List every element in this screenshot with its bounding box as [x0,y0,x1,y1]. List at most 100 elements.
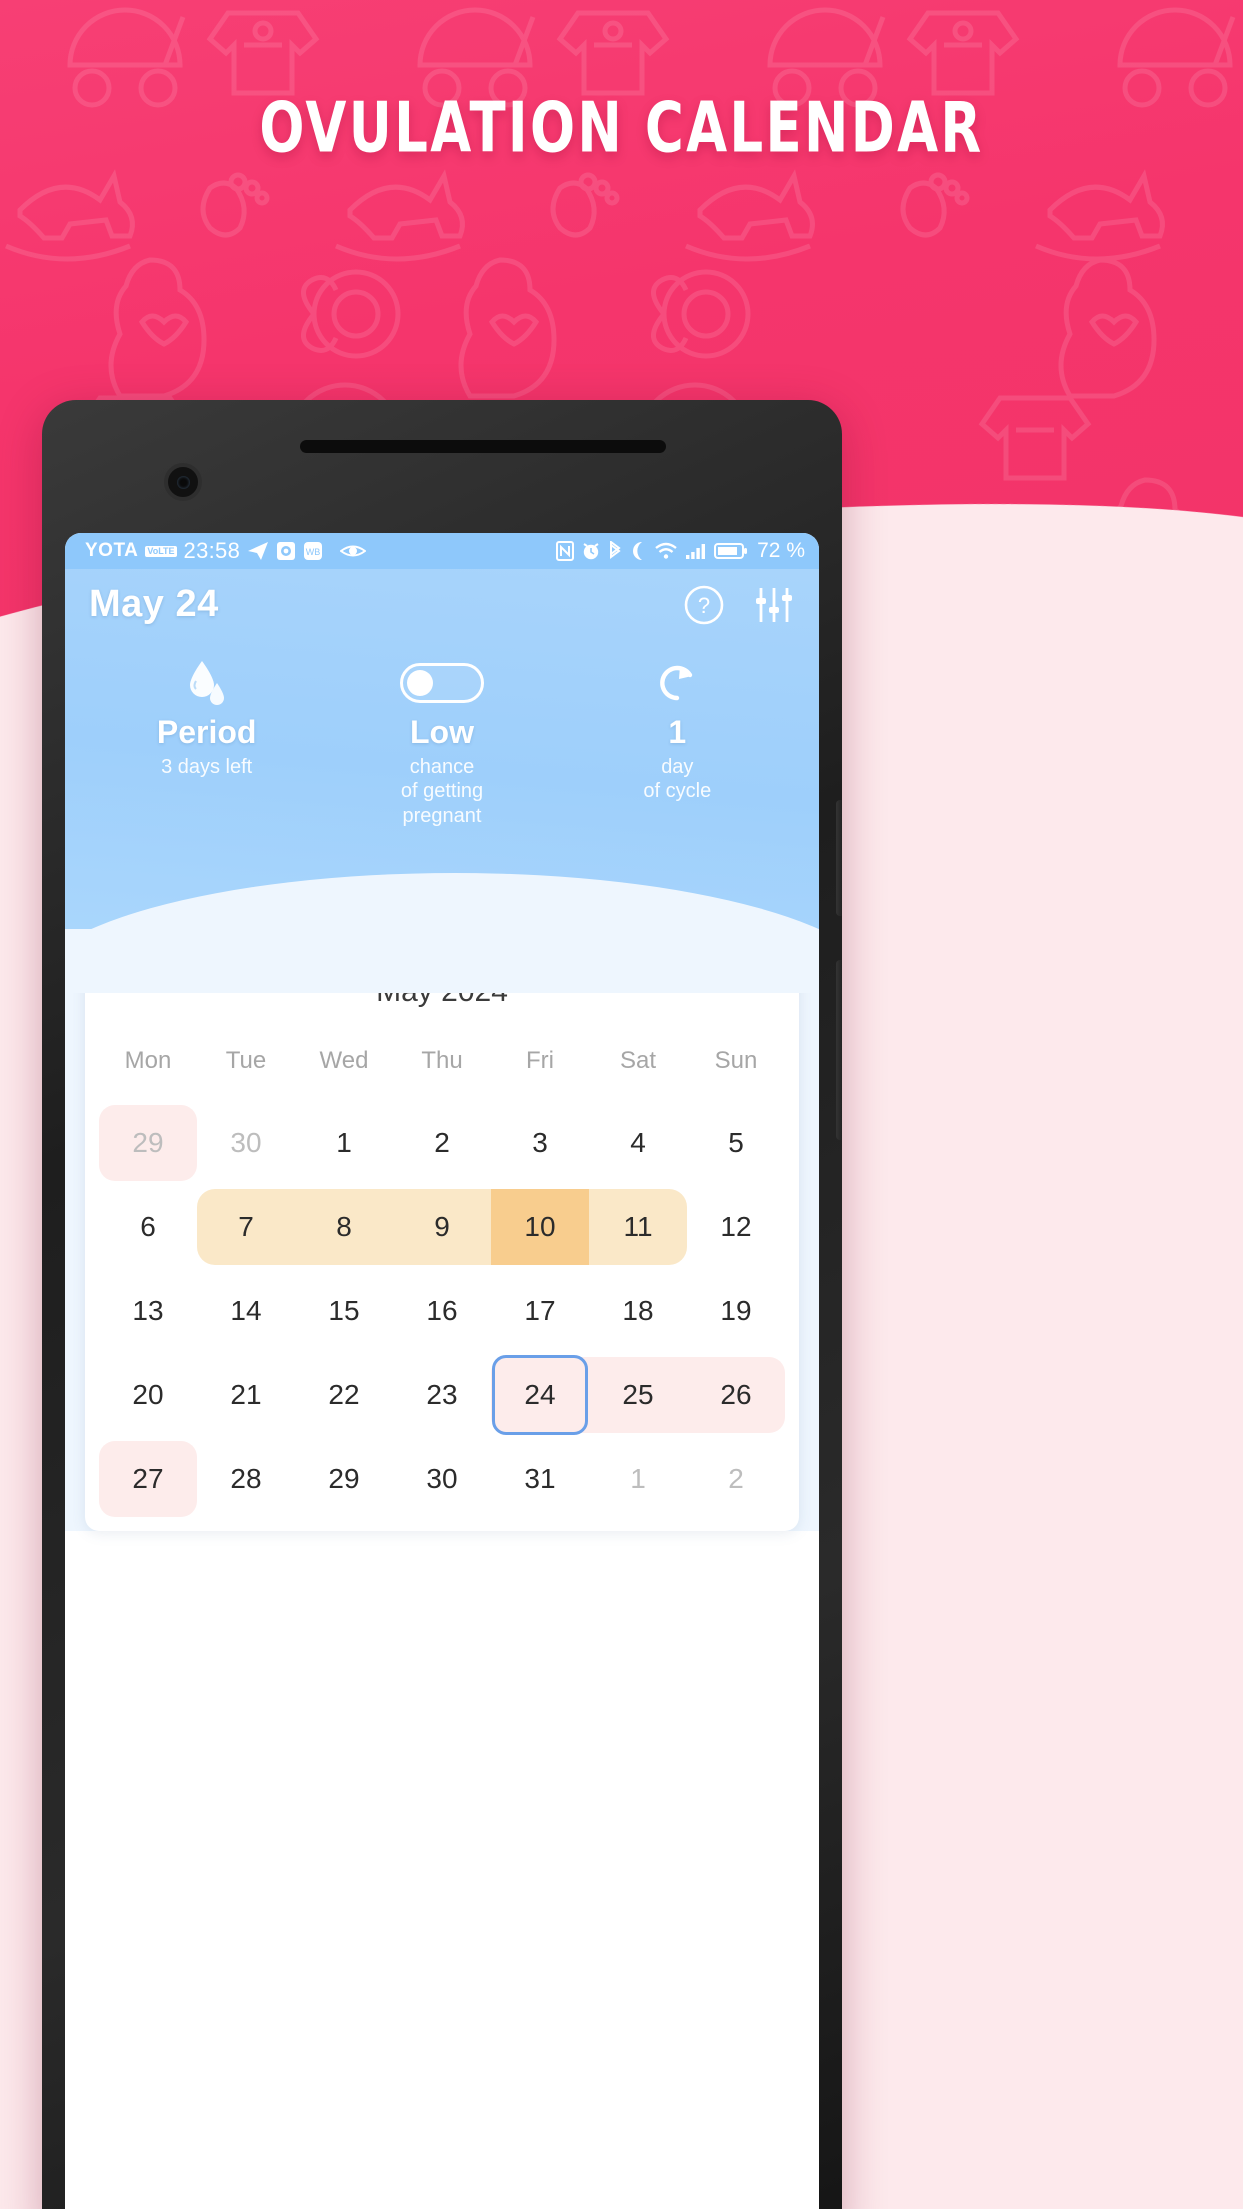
calendar-day-cell[interactable]: 15 [295,1269,393,1353]
alarm-icon [581,541,601,561]
calendar-day-cell[interactable]: 326 [687,1353,785,1437]
refresh-cycle-icon [560,656,795,710]
calendar-day-cell[interactable]: 1 [295,1101,393,1185]
calendar-day-cell[interactable]: 28 [197,1437,295,1521]
day-number: 11 [623,1211,653,1242]
calendar-day-cell[interactable]: 2 [687,1437,785,1521]
day-number: 28 [230,1463,262,1494]
calendar-day-cell[interactable]: 30 [197,1101,295,1185]
day-number: 19 [720,1295,752,1326]
calendar-day-cell[interactable]: 10 [491,1185,589,1269]
calendar-day-cell[interactable]: 16 [393,1269,491,1353]
eye-icon [340,542,367,560]
calendar-day-cell[interactable]: 1 [589,1437,687,1521]
help-circle-icon[interactable]: ? [683,584,725,626]
calendar-day-cell[interactable]: 3 [491,1101,589,1185]
day-number: 13 [132,1295,164,1326]
calendar-day-cell[interactable]: 29 [295,1437,393,1521]
calendar-day-cell[interactable]: 12 [687,1185,785,1269]
calendar-day-cell[interactable]: 9 [393,1185,491,1269]
day-number: 16 [426,1295,458,1326]
day-number: 29 [132,1127,164,1158]
calendar-day-cell[interactable]: 30 [393,1437,491,1521]
calendar-section: May 2024 MonTueWedThuFriSatSun 429301234… [65,929,819,1531]
stat-chance-sub-2: of getting [400,780,484,803]
calendar-day-cell[interactable]: 225 [589,1353,687,1437]
calendar-day-cell[interactable]: 429 [99,1101,197,1185]
status-clock: 23:58 [183,538,241,563]
day-number: 29 [328,1463,360,1494]
page-title: OVULATION CALENDAR [259,88,984,169]
calendar-day-cell[interactable]: 124 [491,1353,589,1437]
stat-cycle-sub-1: day [661,756,694,778]
pregnancy-chance-toggle[interactable] [399,663,484,703]
day-number: 15 [328,1295,360,1326]
status-bar: YOTA VoLTE 23:58 WB 72 % [65,533,819,569]
day-number: 7 [238,1211,254,1242]
earpiece-speaker [300,440,666,453]
calendar-day-cell[interactable]: 7 [197,1185,295,1269]
calendar-day-cell[interactable]: 2 [393,1101,491,1185]
cellular-signal-icon [685,542,707,560]
calendar-day-cell[interactable]: 5 [687,1101,785,1185]
stat-chance-sub-1: chance [409,756,475,778]
day-number: 1 [630,1463,646,1494]
calendar-day-cell[interactable]: 18 [589,1269,687,1353]
calendar-day-cell[interactable]: 23 [393,1353,491,1437]
day-number: 10 [524,1211,556,1242]
calendar-day-cell[interactable]: 427 [99,1437,197,1521]
sliders-icon[interactable] [753,584,795,626]
calendar-day-cell[interactable]: 22 [295,1353,393,1437]
day-number: 26 [720,1379,752,1410]
day-number: 4 [630,1127,646,1158]
calendar-day-cell[interactable]: 31 [491,1437,589,1521]
day-number: 6 [140,1211,156,1242]
volume-button[interactable] [836,960,842,1140]
day-number: 12 [720,1211,752,1242]
calendar-day-cell[interactable]: 14 [197,1269,295,1353]
screenshot-root: OVULATION CALENDAR YOTA VoLTE 23:58 WB 7… [0,0,1243,2209]
day-number: 25 [622,1379,654,1410]
calendar-weekday-mon: Mon [124,1047,172,1074]
calendar-day-cell[interactable]: 13 [99,1269,197,1353]
calendar-day-cell[interactable]: 19 [687,1269,785,1353]
day-number: 3 [532,1127,548,1158]
app-header: May 24 ? Period 3 days left Low chance o… [65,569,819,993]
day-number: 18 [622,1295,654,1326]
calendar-day-cell[interactable]: 11 [589,1185,687,1269]
telegram-icon [247,540,269,562]
calendar-weekday-sun: Sun [714,1047,758,1074]
calendar-days-grid: 4293012345678910111213141516171819202122… [99,1101,785,1521]
stat-period[interactable]: Period 3 days left [89,656,324,828]
day-number: 31 [524,1463,556,1494]
stat-cycle-day[interactable]: 1 day of cycle [560,656,795,828]
battery-percent: 72 % [757,539,805,562]
stat-pregnancy-chance[interactable]: Low chance of getting pregnant [324,656,559,828]
day-number: 5 [728,1127,744,1158]
day-number: 9 [434,1211,450,1242]
day-number: 27 [132,1463,164,1494]
power-button[interactable] [836,800,842,916]
calendar-weekday-thu: Thu [421,1047,463,1074]
calendar-day-cell[interactable]: 6 [99,1185,197,1269]
calendar-day-cell[interactable]: 4 [589,1101,687,1185]
day-number: 30 [230,1127,262,1158]
day-number: 21 [230,1379,262,1410]
day-number: 1 [336,1127,352,1158]
calendar-day-cell[interactable]: 17 [491,1269,589,1353]
calendar-day-cell[interactable]: 21 [197,1353,295,1437]
wb-app-icon: WB [303,541,323,561]
day-number: 17 [524,1295,556,1326]
stats-row: Period 3 days left Low chance of getting… [89,656,795,828]
calendar-day-cell[interactable]: 8 [295,1185,393,1269]
stat-chance-value: Low [410,714,474,750]
calendar-card: May 2024 MonTueWedThuFriSatSun 429301234… [85,951,799,1531]
stat-cycle-sub-2: of cycle [643,780,712,803]
stat-period-value: Period [156,714,257,750]
calendar-day-cell[interactable]: 20 [99,1353,197,1437]
carrier-label: YOTA [85,540,139,561]
svg-text:?: ? [698,593,710,618]
bluetooth-icon [608,541,622,561]
day-number: 2 [434,1127,450,1158]
current-date-label: May 24 [89,583,219,625]
